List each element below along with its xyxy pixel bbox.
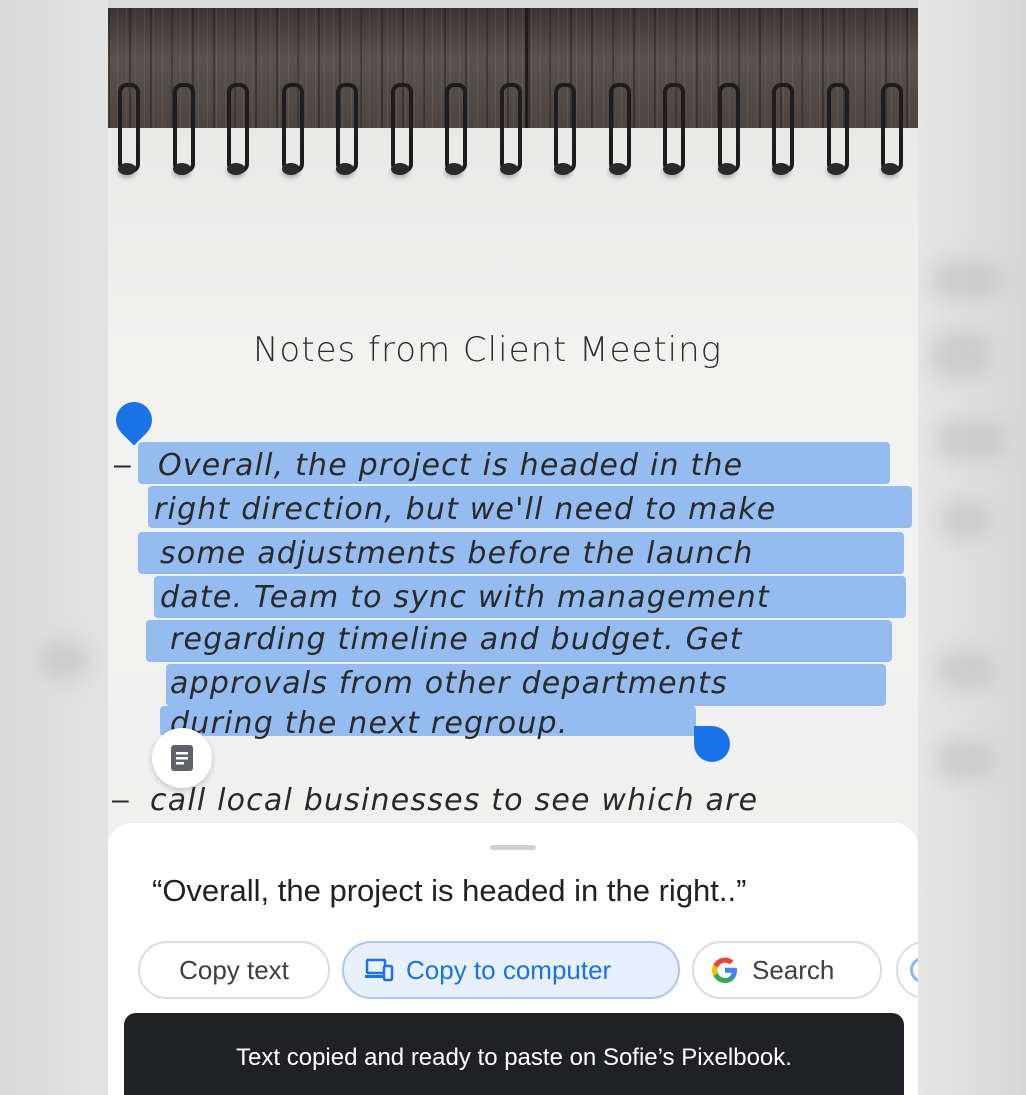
note-line: Overall, the project is headed in the — [158, 448, 744, 483]
bottom-sheet: “Overall, the project is headed in the r… — [108, 823, 918, 1095]
spiral-ring — [823, 83, 849, 179]
more-actions-chip[interactable] — [896, 941, 918, 999]
selection-end-handle[interactable] — [694, 726, 730, 762]
spiral-ring — [387, 83, 413, 179]
blurred-shape — [935, 420, 1005, 460]
selected-text-preview: “Overall, the project is headed in the r… — [152, 873, 747, 908]
blurred-shape — [935, 740, 995, 780]
snackbar-message: Text copied and ready to paste on Sofie’… — [236, 1044, 792, 1071]
note-line: approvals from other departments — [170, 666, 728, 701]
spiral-ring — [169, 83, 195, 179]
spiral-ring — [877, 83, 903, 179]
note-line: date. Team to sync with management — [160, 580, 770, 615]
spiral-ring — [441, 83, 467, 179]
note-line: call local businesses to see which are — [150, 783, 759, 818]
search-label: Search — [752, 954, 835, 985]
bullet-dash: – — [114, 448, 131, 481]
note-line: regarding timeline and budget. Get — [170, 622, 743, 657]
note-line: some adjustments before the launch — [160, 536, 754, 571]
blurred-shape — [40, 640, 90, 680]
copy-to-computer-button[interactable]: Copy to computer — [342, 941, 680, 999]
note-line: right direction, but we'll need to make — [154, 492, 777, 527]
bullet-dash: – — [112, 783, 129, 816]
spiral-ring — [278, 83, 304, 179]
blurred-background-right — [918, 0, 1026, 1095]
spiral-ring — [223, 83, 249, 179]
note-title: Notes from Client Meeting — [253, 330, 723, 370]
spiral-ring — [496, 83, 522, 179]
spiral-ring — [768, 83, 794, 179]
spiral-ring — [332, 83, 358, 179]
copy-text-label: Copy text — [179, 954, 289, 985]
copy-text-button[interactable]: Copy text — [138, 941, 330, 999]
spiral-ring — [659, 83, 685, 179]
note-line: during the next regroup. — [170, 706, 569, 741]
phone-screen: Notes from Client Meeting – Overall, the… — [108, 8, 918, 1095]
blurred-background-left — [0, 0, 108, 1095]
snackbar: Text copied and ready to paste on Sofie’… — [124, 1013, 904, 1095]
spiral-ring — [550, 83, 576, 179]
search-button[interactable]: Search — [692, 941, 882, 999]
spiral-ring — [114, 83, 140, 179]
spiral-binding — [108, 83, 918, 183]
blurred-shape — [935, 650, 995, 690]
copy-to-computer-label: Copy to computer — [406, 954, 612, 985]
blurred-shape — [940, 500, 990, 540]
blurred-shape — [930, 260, 1000, 300]
spiral-ring — [714, 83, 740, 179]
blurred-shape — [930, 330, 990, 380]
spiral-ring — [605, 83, 631, 179]
document-icon — [171, 745, 193, 771]
document-button[interactable] — [152, 728, 212, 788]
drag-handle[interactable] — [490, 845, 536, 850]
partial-chip-icon — [910, 957, 918, 983]
devices-icon — [365, 958, 394, 982]
google-g-icon — [712, 957, 737, 983]
